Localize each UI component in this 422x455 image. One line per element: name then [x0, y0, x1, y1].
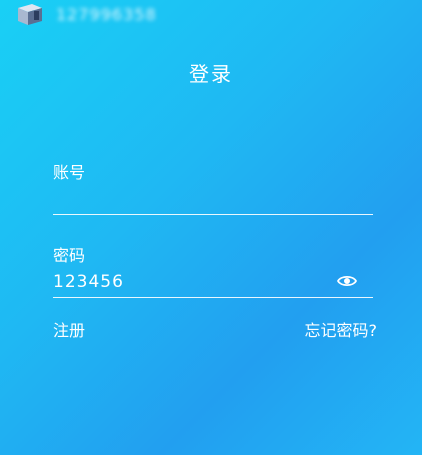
- page-title: 登录: [189, 62, 233, 86]
- app-logo-icon: [18, 4, 42, 25]
- username-label: 账号: [53, 163, 86, 182]
- top-bar: 127996358: [0, 0, 422, 28]
- password-field: 密码: [53, 245, 373, 298]
- forgot-password-link[interactable]: 忘记密码?: [305, 320, 378, 342]
- username-field: 账号: [53, 162, 373, 215]
- eye-icon[interactable]: [337, 273, 357, 289]
- register-link[interactable]: 注册: [53, 320, 85, 342]
- password-label: 密码: [53, 246, 86, 265]
- account-number: 127996358: [56, 5, 157, 24]
- password-row: [53, 267, 373, 298]
- username-input[interactable]: [53, 187, 323, 211]
- password-input[interactable]: [53, 270, 323, 294]
- username-row: [53, 184, 373, 215]
